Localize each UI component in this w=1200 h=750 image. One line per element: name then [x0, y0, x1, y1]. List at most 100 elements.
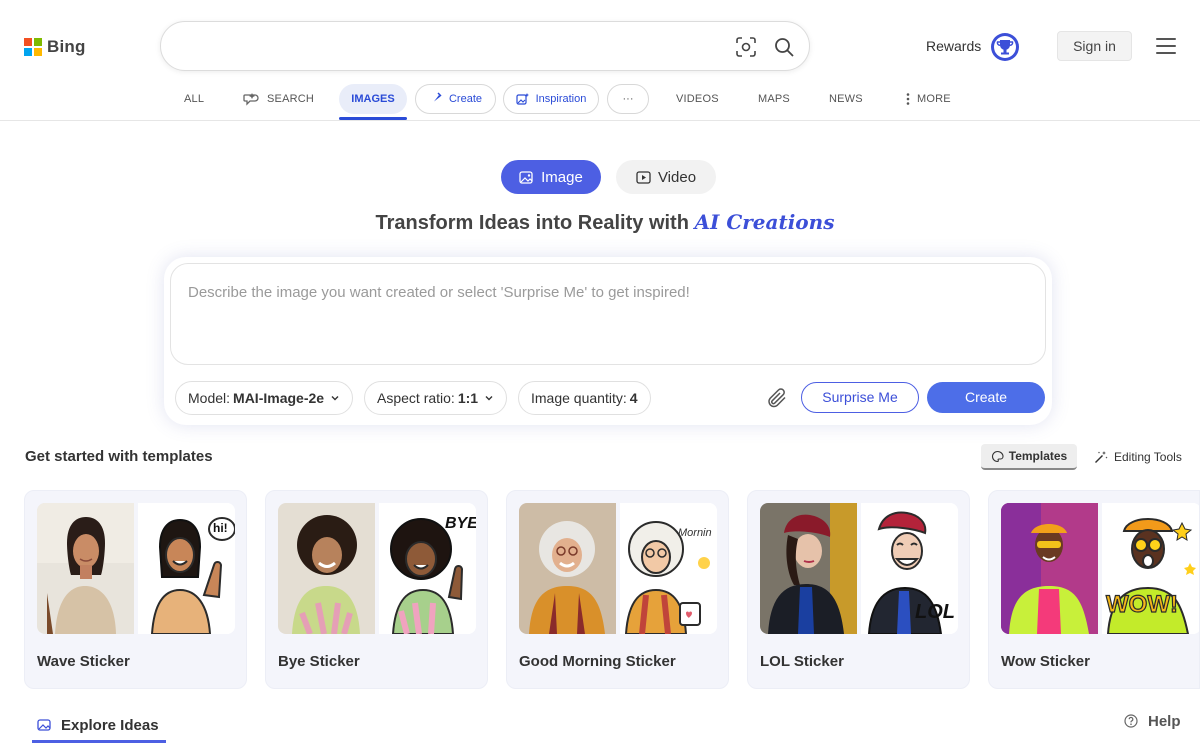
- help-button[interactable]: Help: [1124, 710, 1181, 732]
- explore-ideas-label: Explore Ideas: [61, 716, 159, 734]
- video-mode-button[interactable]: Video: [616, 160, 716, 194]
- template-photo: [760, 503, 857, 634]
- nav-all-label: ALL: [184, 93, 205, 105]
- template-sticker: LOL: [861, 503, 958, 634]
- nav-videos[interactable]: VIDEOS: [676, 84, 719, 114]
- chevron-down-icon: [331, 396, 339, 401]
- model-dropdown[interactable]: Model: MAI-Image-2e: [175, 381, 354, 415]
- nav-overflow-label: ···: [622, 93, 634, 105]
- nav-videos-label: VIDEOS: [676, 93, 719, 105]
- tab-templates[interactable]: Templates: [981, 444, 1077, 470]
- image-icon: [519, 170, 533, 184]
- nav-news[interactable]: NEWS: [829, 84, 863, 114]
- model-value: MAI-Image-2e: [233, 390, 325, 406]
- template-sticker: Mornin: [620, 503, 717, 634]
- nav-maps[interactable]: MAPS: [758, 84, 790, 114]
- vertical-nav: ALL SEARCH IMAGES Create Inspiration ···…: [0, 84, 1200, 121]
- nav-images-label: IMAGES: [351, 93, 395, 105]
- copilot-search-icon: [243, 93, 259, 106]
- template-photo: [519, 503, 616, 634]
- kebab-icon: [906, 93, 910, 105]
- model-label: Model:: [188, 390, 231, 406]
- rewards-medal-icon[interactable]: [990, 32, 1020, 62]
- nav-inspiration-pill[interactable]: Inspiration: [503, 84, 599, 114]
- nav-maps-label: MAPS: [758, 93, 790, 105]
- nav-create-pill[interactable]: Create: [415, 84, 496, 114]
- headline-text: Transform Ideas into Reality with: [375, 212, 695, 234]
- top-header: Bing Rewards Sign in ALL SEARCH IMAGES C…: [0, 0, 1200, 121]
- tab-editing-label: Editing Tools: [1114, 450, 1182, 464]
- aspect-label: Aspect ratio:: [377, 390, 455, 406]
- video-icon: [636, 170, 651, 184]
- template-photo: [37, 503, 134, 634]
- sticker-caption: WOW!: [1105, 590, 1178, 618]
- aspect-ratio-dropdown[interactable]: Aspect ratio: 1:1: [364, 381, 508, 415]
- template-sticker: WOW!: [1102, 503, 1199, 634]
- nav-all[interactable]: ALL: [184, 84, 204, 114]
- template-photo: [1001, 503, 1098, 634]
- sign-in-button[interactable]: Sign in: [1057, 31, 1132, 61]
- template-name: LOL Sticker: [760, 653, 844, 670]
- templates-icon: [991, 450, 1004, 462]
- template-photo: [278, 503, 375, 634]
- nav-overflow-pill[interactable]: ···: [607, 84, 649, 114]
- quantity-label: Image quantity:: [531, 390, 627, 406]
- help-icon: [1124, 714, 1138, 728]
- template-card-wave[interactable]: hi! Wave Sticker: [24, 490, 247, 689]
- headline-accent: AI Creations: [694, 210, 835, 234]
- quantity-value: 4: [629, 390, 638, 406]
- template-sticker: BYE: [379, 503, 476, 634]
- create-brush-icon: [430, 92, 442, 104]
- image-mode-label: Image: [541, 168, 583, 186]
- nav-images[interactable]: IMAGES: [339, 84, 407, 121]
- nav-images-underline: [339, 117, 407, 120]
- explore-ideas-tab[interactable]: Explore Ideas: [32, 710, 166, 743]
- aspect-value: 1:1: [457, 390, 479, 406]
- nav-search[interactable]: SEARCH: [243, 84, 314, 114]
- nav-more[interactable]: MORE: [905, 84, 951, 114]
- image-quantity-selector[interactable]: Image quantity: 4: [518, 381, 651, 415]
- prompt-card: Model: MAI-Image-2e Aspect ratio: 1:1 Im…: [164, 257, 1052, 425]
- prompt-input[interactable]: [188, 284, 1028, 354]
- template-card-lol[interactable]: LOL LOL Sticker: [747, 490, 970, 689]
- video-mode-label: Video: [657, 168, 697, 186]
- tab-templates-label: Templates: [1008, 449, 1068, 463]
- sticker-caption: Mornin: [678, 527, 712, 539]
- paperclip-icon[interactable]: [765, 386, 789, 410]
- template-sticker: hi!: [138, 503, 235, 634]
- templates-heading: Get started with templates: [25, 448, 213, 465]
- sticker-caption: hi!: [213, 521, 228, 535]
- menu-icon[interactable]: [1156, 38, 1176, 54]
- template-name: Wave Sticker: [37, 653, 130, 670]
- template-card-bye[interactable]: BYE Bye Sticker: [265, 490, 488, 689]
- template-card-good-morning[interactable]: Mornin Good Morning Sticker: [506, 490, 729, 689]
- search-input[interactable]: [181, 36, 721, 58]
- create-button[interactable]: Create: [927, 382, 1045, 413]
- explore-image-icon: [37, 719, 51, 731]
- image-mode-button[interactable]: Image: [501, 160, 601, 194]
- visual-search-icon[interactable]: [734, 35, 758, 59]
- search-icon[interactable]: [772, 35, 796, 59]
- help-label: Help: [1148, 712, 1181, 730]
- search-box[interactable]: [160, 21, 810, 71]
- template-name: Wow Sticker: [1001, 653, 1090, 670]
- template-card-wow[interactable]: WOW! Wow Sticker: [988, 490, 1200, 689]
- logo-text: Bing: [47, 37, 86, 56]
- rewards-link[interactable]: Rewards: [926, 31, 981, 61]
- page-headline: Transform Ideas into Reality with AI Cre…: [0, 210, 1200, 235]
- nav-create-label: Create: [448, 93, 483, 105]
- chevron-down-icon: [485, 396, 493, 401]
- surprise-me-button[interactable]: Surprise Me: [801, 382, 919, 413]
- magic-wand-icon: [1095, 451, 1108, 463]
- rewards-label: Rewards: [926, 38, 982, 54]
- template-name: Bye Sticker: [278, 653, 360, 670]
- nav-inspiration-label: Inspiration: [535, 93, 587, 105]
- prompt-area[interactable]: [170, 263, 1046, 365]
- bing-logo[interactable]: Bing: [24, 37, 86, 57]
- tab-editing-tools[interactable]: Editing Tools: [1094, 444, 1182, 470]
- inspiration-icon: [516, 93, 529, 105]
- sticker-caption: LOL: [915, 601, 955, 623]
- nav-more-label: MORE: [917, 93, 951, 105]
- nav-search-label: SEARCH: [267, 93, 315, 105]
- template-name: Good Morning Sticker: [519, 653, 676, 670]
